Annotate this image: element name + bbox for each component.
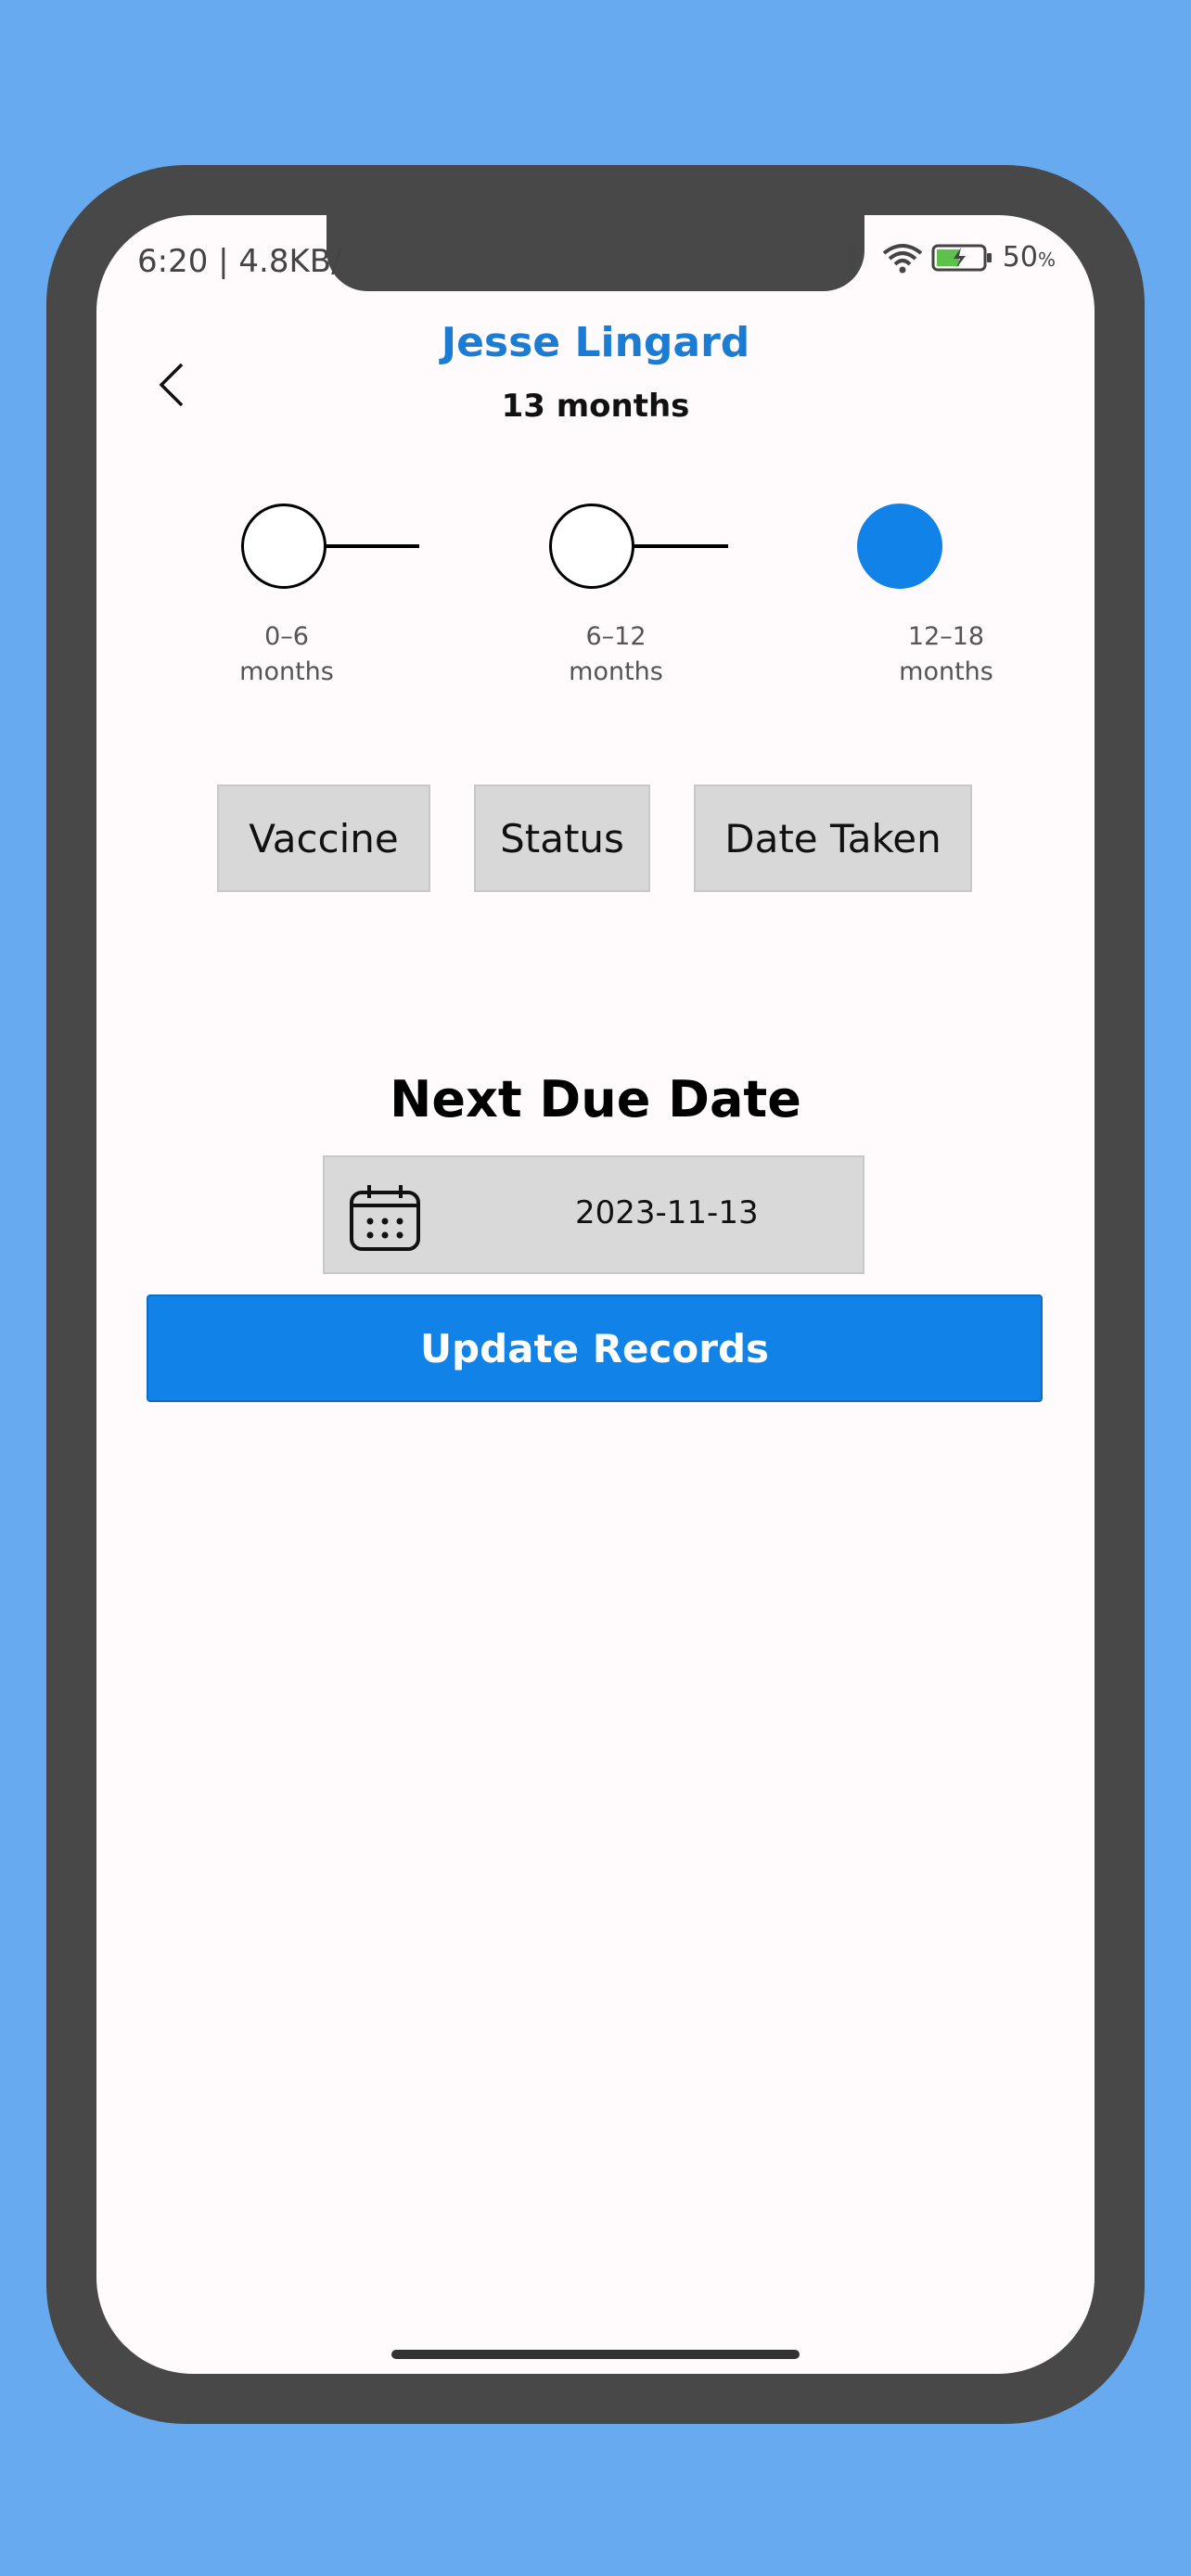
step-range: 0–6 (264, 622, 309, 651)
due-date-value: 2023-11-13 (575, 1194, 759, 1231)
step-label: 0–6 months (212, 619, 361, 690)
status-time: 6:20 | 4.8KB/ (137, 243, 342, 280)
status-icons: 50% (848, 241, 1056, 274)
battery-icon (931, 244, 992, 271)
child-name: Jesse Lingard (441, 319, 750, 366)
next-due-title: Next Due Date (390, 1070, 801, 1129)
app-screen: 6:20 | 4.8KB/ 50% Jesse Lingard 13 month… (96, 215, 1095, 2374)
step-unit: months (239, 657, 334, 686)
step-label: 6–12 months (542, 619, 690, 690)
battery-value: 50 (1002, 241, 1038, 274)
column-header-status: Status (474, 784, 650, 892)
camera-notch (327, 215, 864, 291)
step-unit: months (569, 657, 663, 686)
child-age: 13 months (501, 388, 690, 425)
battery-percent: 50% (1003, 241, 1056, 274)
home-indicator[interactable] (391, 2350, 800, 2359)
wifi-icon (882, 243, 923, 273)
battery-unit: % (1037, 249, 1056, 271)
update-records-button[interactable]: Update Records (147, 1294, 1043, 1402)
step-6-12-months[interactable] (549, 504, 634, 589)
signal-icon (848, 243, 856, 272)
step-12-18-months[interactable] (857, 504, 942, 589)
column-header-vaccine: Vaccine (217, 784, 430, 892)
step-label: 12–18 months (872, 619, 1020, 690)
calendar-icon (350, 1185, 420, 1251)
step-unit: months (899, 657, 993, 686)
column-header-date-taken: Date Taken (694, 784, 972, 892)
step-range: 12–18 (907, 622, 985, 651)
step-0-6-months[interactable] (241, 504, 327, 589)
step-range: 6–12 (585, 622, 647, 651)
due-date-picker[interactable]: 2023-11-13 (323, 1155, 864, 1274)
